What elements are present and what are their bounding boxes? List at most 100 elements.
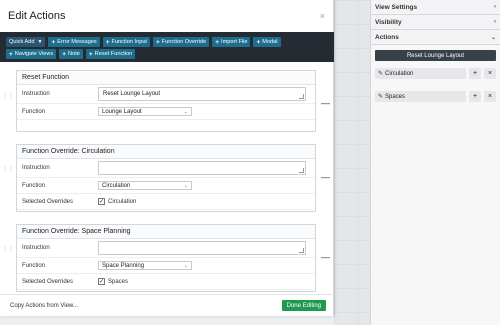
chevron-left-icon: ‹	[494, 19, 496, 25]
quick-add-dropdown[interactable]: Quick Add ▼	[6, 37, 46, 47]
select-value: Lounge Layout	[102, 108, 142, 115]
reset-lounge-layout-button[interactable]: Reset Lounge Layout	[375, 50, 496, 61]
remove-button[interactable]: ×	[484, 91, 496, 102]
button-label: Reset Function	[94, 51, 133, 57]
remove-button[interactable]: ×	[484, 68, 496, 79]
function-label: Function	[22, 108, 46, 115]
modal-header: Edit Actions ×	[0, 0, 333, 32]
right-side-panel: View Settings ‹ Visibility ‹ Actions ⌄ R…	[370, 0, 500, 325]
remove-action-button[interactable]: —	[321, 98, 330, 108]
function-row: Function Circulation ⌄	[17, 178, 315, 194]
drag-handle-icon[interactable]: ⋮⋮	[2, 247, 14, 253]
close-icon[interactable]: ×	[320, 11, 325, 21]
edit-action-circulation[interactable]: ✎ Circulation	[375, 68, 466, 79]
instruction-label: Instruction	[22, 91, 50, 97]
instruction-row: Instruction	[17, 159, 315, 178]
checkmark-icon: ✓	[98, 198, 105, 205]
action-item-label: Circulation	[385, 70, 414, 77]
checkbox-label: Circulation	[108, 198, 137, 205]
section-actions[interactable]: Actions ⌄	[371, 30, 500, 45]
checkmark-icon: ✓	[98, 278, 105, 285]
checkbox-label: Spaces	[108, 278, 129, 285]
action-card-function-override-space-planning: ⋮⋮ Function Override: Space Planning Ins…	[2, 224, 330, 292]
card-body: Reset Function Instruction Reset Lounge …	[16, 70, 316, 132]
override-checkbox-spaces[interactable]: ✓ Spaces	[98, 278, 128, 285]
button-label: Modal	[262, 39, 278, 45]
modal-title: Edit Actions	[8, 10, 66, 22]
drag-handle-icon[interactable]: ⋮⋮	[2, 93, 14, 99]
section-view-settings[interactable]: View Settings ‹	[371, 0, 500, 15]
instruction-row: Instruction Reset Lounge Layout	[17, 85, 315, 104]
chevron-down-icon: ⌄	[183, 182, 188, 189]
add-reset-function-button[interactable]: + Reset Function	[85, 49, 136, 59]
action-item-label: Spaces	[385, 93, 406, 100]
function-select[interactable]: Lounge Layout ⌄	[98, 107, 192, 116]
add-function-override-button[interactable]: + Function Override	[152, 37, 210, 47]
actions-body: Reset Lounge Layout ✎ Circulation + × ✎ …	[371, 45, 500, 118]
edit-actions-modal: Edit Actions × Quick Add ▼ + Error Messag…	[0, 0, 334, 316]
function-select[interactable]: Space Planning ⌄	[98, 261, 192, 270]
action-cards-list: ⋮⋮ Reset Function Instruction Reset Loun…	[2, 70, 330, 304]
canvas-grid	[334, 0, 370, 325]
pencil-icon: ✎	[378, 94, 384, 100]
edit-action-spaces[interactable]: ✎ Spaces	[375, 91, 466, 102]
card-title: Function Override: Space Planning	[17, 225, 315, 239]
chevron-left-icon: ‹	[494, 4, 496, 10]
button-label: Error Messages	[57, 39, 97, 45]
chevron-down-icon: ⌄	[183, 262, 188, 269]
add-note-button[interactable]: + Note	[59, 49, 83, 59]
button-label: Function Input	[111, 39, 147, 45]
chevron-down-icon: ⌄	[490, 34, 496, 41]
pencil-icon: ✎	[378, 71, 384, 77]
add-function-input-button[interactable]: + Function Input	[102, 37, 150, 47]
function-label: Function	[22, 182, 46, 189]
plus-icon: +	[105, 38, 110, 46]
button-label: Navigate Views	[14, 51, 54, 57]
add-navigate-views-button[interactable]: + Navigate Views	[6, 49, 57, 59]
add-button[interactable]: +	[469, 68, 481, 79]
selected-overrides-row: Selected Overrides ✓ Circulation	[17, 194, 315, 210]
card-body: Function Override: Space Planning Instru…	[16, 224, 316, 292]
chevron-down-icon: ▼	[37, 39, 43, 45]
selected-overrides-label: Selected Overrides	[22, 198, 74, 205]
section-visibility[interactable]: Visibility ‹	[371, 15, 500, 30]
function-label: Function	[22, 262, 46, 269]
add-modal-button[interactable]: + Modal	[253, 37, 281, 47]
instruction-textarea[interactable]: Reset Lounge Layout	[98, 87, 306, 101]
instruction-label: Instruction	[22, 165, 50, 171]
instruction-textarea[interactable]	[98, 161, 306, 175]
select-value: Circulation	[102, 182, 131, 189]
modal-footer: Copy Actions from View... Done Editing	[0, 294, 334, 316]
add-import-file-button[interactable]: + Import File	[212, 37, 251, 47]
action-card-reset-function: ⋮⋮ Reset Function Instruction Reset Loun…	[2, 70, 330, 132]
card-title: Reset Function	[17, 71, 315, 85]
override-checkbox-circulation[interactable]: ✓ Circulation	[98, 198, 136, 205]
instruction-row: Instruction	[17, 239, 315, 258]
remove-action-button[interactable]: —	[321, 252, 330, 262]
button-label: Note	[68, 51, 80, 57]
section-label: Visibility	[375, 18, 402, 26]
section-label: View Settings	[375, 3, 418, 11]
remove-action-button[interactable]: —	[321, 172, 330, 182]
function-row: Function Space Planning ⌄	[17, 258, 315, 274]
button-label: Import File	[221, 39, 248, 45]
done-editing-button[interactable]: Done Editing	[281, 300, 326, 311]
selected-overrides-row: Selected Overrides ✓ Spaces	[17, 274, 315, 290]
add-error-messages-button[interactable]: + Error Messages	[48, 37, 100, 47]
plus-icon: +	[62, 50, 67, 58]
drag-handle-icon[interactable]: ⋮⋮	[2, 167, 14, 173]
function-select[interactable]: Circulation ⌄	[98, 181, 192, 190]
action-item-spaces: ✎ Spaces + ×	[375, 91, 496, 102]
chevron-down-icon: ⌄	[183, 108, 188, 115]
action-toolbar: Quick Add ▼ + Error Messages + Function In…	[0, 32, 334, 62]
action-card-function-override-circulation: ⋮⋮ Function Override: Circulation Instru…	[2, 144, 330, 212]
section-label: Actions	[375, 33, 399, 41]
plus-icon: +	[155, 38, 160, 46]
copy-actions-link[interactable]: Copy Actions from View...	[10, 303, 78, 309]
plus-icon: +	[256, 38, 261, 46]
plus-icon: +	[9, 50, 13, 58]
add-button[interactable]: +	[469, 91, 481, 102]
button-label: Function Override	[161, 39, 207, 45]
instruction-textarea[interactable]	[98, 241, 306, 255]
plus-icon: +	[88, 50, 93, 58]
